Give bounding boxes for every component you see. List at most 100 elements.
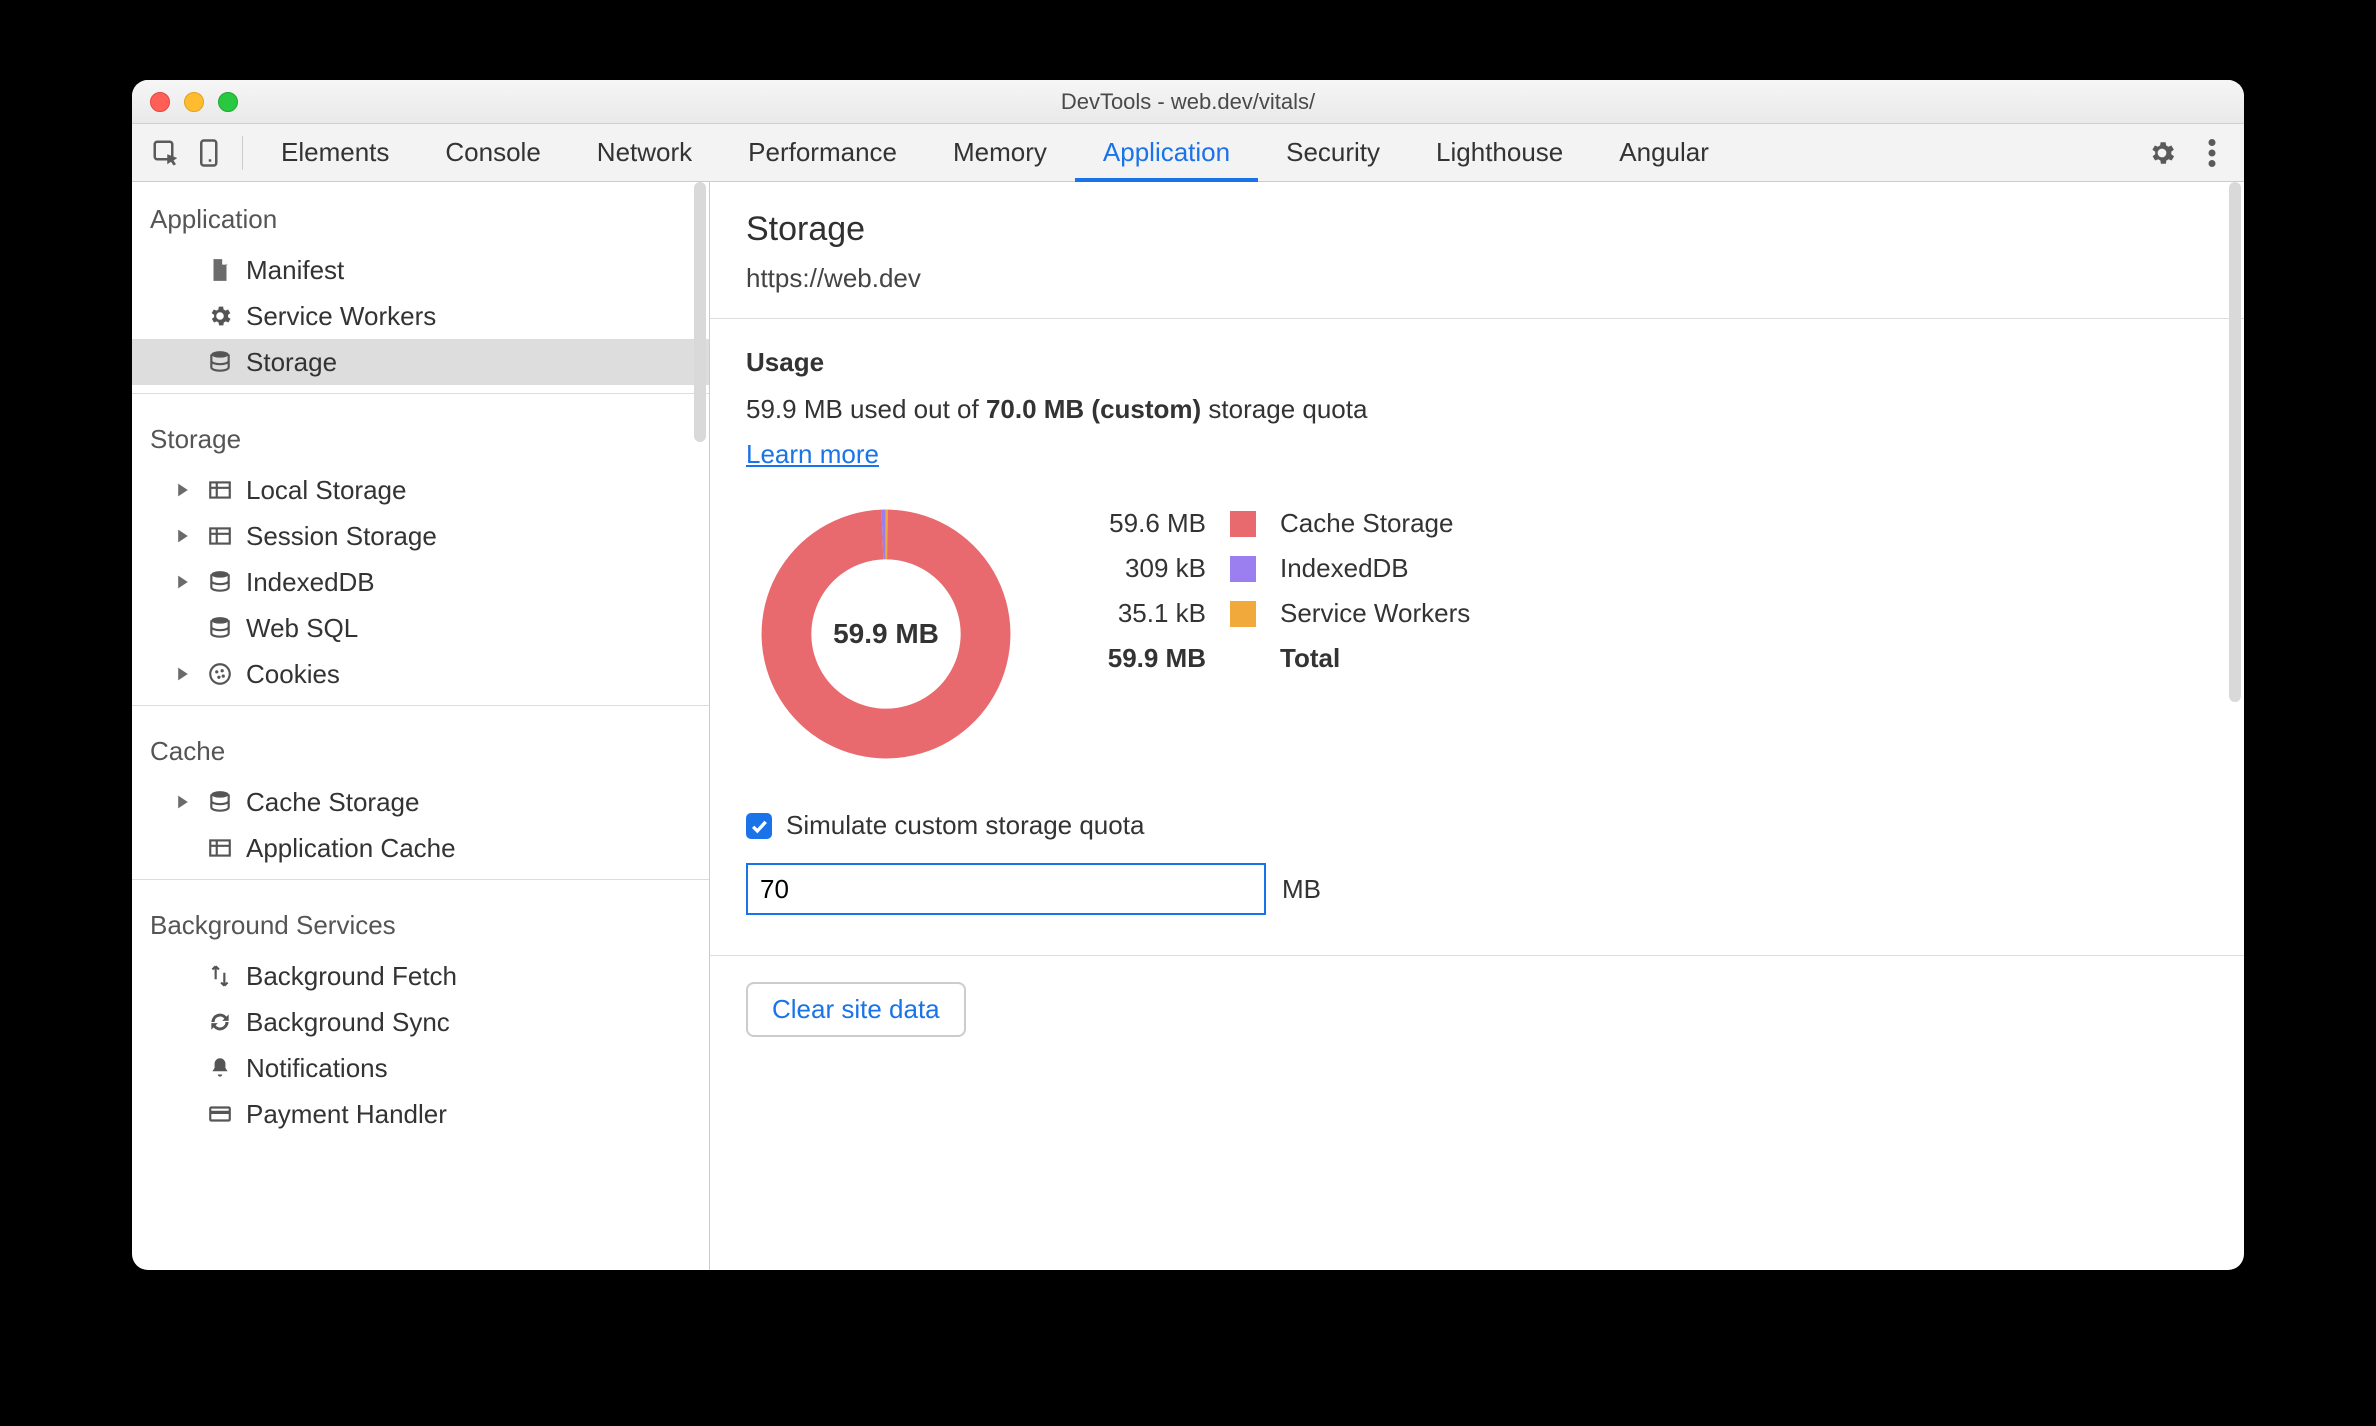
legend-total-label: Total <box>1280 643 1470 674</box>
sync-icon <box>206 1008 234 1036</box>
panel-header: Storage https://web.dev <box>710 182 2244 319</box>
divider <box>132 393 709 394</box>
sidebar-item-session-storage[interactable]: Session Storage <box>132 513 709 559</box>
legend-label: Service Workers <box>1280 598 1470 629</box>
cookie-icon <box>206 660 234 688</box>
legend-size: 309 kB <box>1086 553 1206 584</box>
divider <box>132 705 709 706</box>
sidebar-item-cache-storage[interactable]: Cache Storage <box>132 779 709 825</box>
usage-donut-chart: 59.9 MB <box>746 494 1026 774</box>
simulate-quota-checkbox[interactable] <box>746 813 772 839</box>
sidebar-item-local-storage[interactable]: Local Storage <box>132 467 709 513</box>
sidebar-section-title: Background Services <box>132 888 709 953</box>
simulate-quota-label: Simulate custom storage quota <box>786 810 1144 841</box>
database-icon <box>206 788 234 816</box>
panel-body: ApplicationManifestService WorkersStorag… <box>132 182 2244 1270</box>
sidebar-item-label: IndexedDB <box>246 567 375 598</box>
usage-legend: 59.6 MB Cache Storage 309 kB IndexedDB 35.1 … <box>1086 508 1470 674</box>
caret-icon <box>172 666 194 682</box>
tab-network[interactable]: Network <box>569 124 720 182</box>
legend-swatch <box>1230 556 1256 582</box>
caret-icon <box>172 482 194 498</box>
tab-performance[interactable]: Performance <box>720 124 925 182</box>
sidebar-item-label: Manifest <box>246 255 344 286</box>
card-icon <box>206 1100 234 1128</box>
storage-panel: Storage https://web.dev Usage 59.9 MB us… <box>710 182 2244 1270</box>
file-icon <box>206 256 234 284</box>
divider <box>132 879 709 880</box>
legend-size: 35.1 kB <box>1086 598 1206 629</box>
main-scrollbar[interactable] <box>2226 182 2244 1270</box>
database-icon <box>206 348 234 376</box>
legend-total-size: 59.9 MB <box>1086 643 1206 674</box>
sidebar-item-service-workers[interactable]: Service Workers <box>132 293 709 339</box>
sidebar-item-label: Application Cache <box>246 833 456 864</box>
simulate-quota-row: Simulate custom storage quota <box>746 810 2208 841</box>
sidebar-item-label: Cache Storage <box>246 787 419 818</box>
sidebar-item-cookies[interactable]: Cookies <box>132 651 709 697</box>
sidebar-item-background-sync[interactable]: Background Sync <box>132 999 709 1045</box>
sidebar-item-indexeddb[interactable]: IndexedDB <box>132 559 709 605</box>
sidebar-item-storage[interactable]: Storage <box>132 339 709 385</box>
tab-lighthouse[interactable]: Lighthouse <box>1408 124 1591 182</box>
grid-icon <box>206 522 234 550</box>
origin-label: https://web.dev <box>746 263 2208 294</box>
tab-security[interactable]: Security <box>1258 124 1408 182</box>
quota-row: MB <box>746 863 2208 915</box>
tab-memory[interactable]: Memory <box>925 124 1075 182</box>
gear-icon <box>206 302 234 330</box>
caret-icon <box>172 794 194 810</box>
sidebar-item-web-sql[interactable]: Web SQL <box>132 605 709 651</box>
sidebar-item-label: Payment Handler <box>246 1099 447 1130</box>
grid-icon <box>206 834 234 862</box>
sidebar-item-application-cache[interactable]: Application Cache <box>132 825 709 871</box>
quota-input[interactable] <box>746 863 1266 915</box>
panel-tabstrip: ElementsConsoleNetworkPerformanceMemoryA… <box>132 124 2244 182</box>
sidebar-item-label: Service Workers <box>246 301 436 332</box>
panel-title: Storage <box>746 210 2208 249</box>
tab-application[interactable]: Application <box>1075 124 1258 182</box>
usage-section: Usage 59.9 MB used out of 70.0 MB (custo… <box>710 319 2244 956</box>
quota-unit-label: MB <box>1282 874 1321 905</box>
bell-icon <box>206 1054 234 1082</box>
caret-icon <box>172 528 194 544</box>
donut-center-label: 59.9 MB <box>746 494 1026 774</box>
tab-angular[interactable]: Angular <box>1591 124 1737 182</box>
clear-section: Clear site data <box>710 956 2244 1063</box>
tab-elements[interactable]: Elements <box>253 124 417 182</box>
settings-icon[interactable] <box>2142 133 2182 173</box>
updown-icon <box>206 962 234 990</box>
caret-icon <box>172 574 194 590</box>
sidebar-item-label: Notifications <box>246 1053 388 1084</box>
clear-site-data-button[interactable]: Clear site data <box>746 982 966 1037</box>
sidebar-item-notifications[interactable]: Notifications <box>132 1045 709 1091</box>
more-icon[interactable] <box>2192 133 2232 173</box>
sidebar-item-label: Session Storage <box>246 521 437 552</box>
sidebar-section-title: Application <box>132 182 709 247</box>
sidebar-item-background-fetch[interactable]: Background Fetch <box>132 953 709 999</box>
device-toggle-icon[interactable] <box>188 133 232 173</box>
legend-swatch <box>1230 511 1256 537</box>
sidebar-scrollbar[interactable] <box>691 182 709 1270</box>
grid-icon <box>206 476 234 504</box>
legend-size: 59.6 MB <box>1086 508 1206 539</box>
usage-heading: Usage <box>746 347 2208 378</box>
tab-console[interactable]: Console <box>417 124 568 182</box>
sidebar-item-label: Background Fetch <box>246 961 457 992</box>
sidebar-item-label: Local Storage <box>246 475 406 506</box>
usage-used-text: 59.9 MB used out of <box>746 394 986 424</box>
learn-more-link[interactable]: Learn more <box>746 439 879 470</box>
sidebar-item-payment-handler[interactable]: Payment Handler <box>132 1091 709 1137</box>
sidebar-item-label: Web SQL <box>246 613 358 644</box>
usage-quota-bold: 70.0 MB (custom) <box>986 394 1201 424</box>
inspect-icon[interactable] <box>144 133 188 173</box>
separator <box>242 136 243 170</box>
sidebar-section-title: Storage <box>132 402 709 467</box>
sidebar-item-manifest[interactable]: Manifest <box>132 247 709 293</box>
legend-label: IndexedDB <box>1280 553 1470 584</box>
legend-label: Cache Storage <box>1280 508 1470 539</box>
legend-swatch <box>1230 601 1256 627</box>
usage-quota-suffix: storage quota <box>1201 394 1367 424</box>
application-sidebar: Application Manifest Service Workers Storag… <box>132 182 710 1270</box>
usage-summary: 59.9 MB used out of 70.0 MB (custom) sto… <box>746 394 2208 425</box>
